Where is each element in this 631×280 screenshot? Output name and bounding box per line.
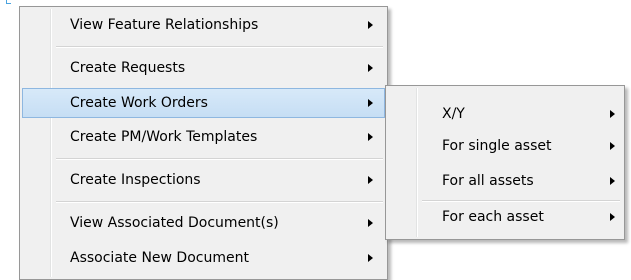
submenu-create-work-orders: X/Y For single asset For all assets For …	[385, 85, 625, 240]
chevron-right-icon	[368, 99, 373, 107]
chevron-right-icon	[610, 110, 615, 118]
submenu-item-for-single-asset[interactable]: For single asset	[388, 131, 622, 161]
screen-canvas: View Feature Relationships Create Reques…	[0, 0, 631, 280]
submenu-item-for-each-asset[interactable]: For each asset	[388, 202, 622, 232]
submenu-item-xy[interactable]: X/Y	[388, 99, 622, 129]
submenu-item-for-all-assets[interactable]: For all assets	[388, 166, 622, 196]
context-menu: View Feature Relationships Create Reques…	[19, 6, 388, 280]
chevron-right-icon	[368, 219, 373, 227]
menu-item-create-pm-work-templates[interactable]: Create PM/Work Templates	[22, 122, 385, 152]
submenu-item-label: For all assets	[442, 173, 534, 189]
menu-separator	[56, 158, 383, 160]
chevron-right-icon	[610, 177, 615, 185]
menu-item-label: View Associated Document(s)	[70, 215, 279, 231]
menu-item-label: Associate New Document	[70, 250, 249, 266]
menu-item-create-requests[interactable]: Create Requests	[22, 53, 385, 83]
menu-item-label: Create PM/Work Templates	[70, 129, 258, 145]
menu-separator	[56, 46, 383, 48]
chevron-right-icon	[368, 176, 373, 184]
submenu-item-label: X/Y	[442, 106, 465, 122]
menu-item-label: View Feature Relationships	[70, 17, 259, 33]
submenu-item-label: For each asset	[442, 209, 544, 225]
menu-item-create-work-orders[interactable]: Create Work Orders	[22, 88, 385, 118]
menu-separator	[56, 201, 383, 203]
menu-item-label: Create Inspections	[70, 172, 201, 188]
menu-item-view-feature-relationships[interactable]: View Feature Relationships	[22, 10, 385, 40]
chevron-right-icon	[368, 64, 373, 72]
menu-item-associate-new-document[interactable]: Associate New Document	[22, 243, 385, 273]
menu-item-label: Create Work Orders	[70, 95, 208, 111]
chevron-right-icon	[610, 213, 615, 221]
chevron-right-icon	[368, 254, 373, 262]
menu-item-create-inspections[interactable]: Create Inspections	[22, 165, 385, 195]
menu-item-label: Create Requests	[70, 60, 186, 76]
submenu-item-label: For single asset	[442, 138, 552, 154]
chevron-right-icon	[368, 133, 373, 141]
chevron-right-icon	[610, 142, 615, 150]
menu-item-view-associated-documents[interactable]: View Associated Document(s)	[22, 208, 385, 238]
chevron-right-icon	[368, 21, 373, 29]
corner-mark	[6, 0, 11, 4]
